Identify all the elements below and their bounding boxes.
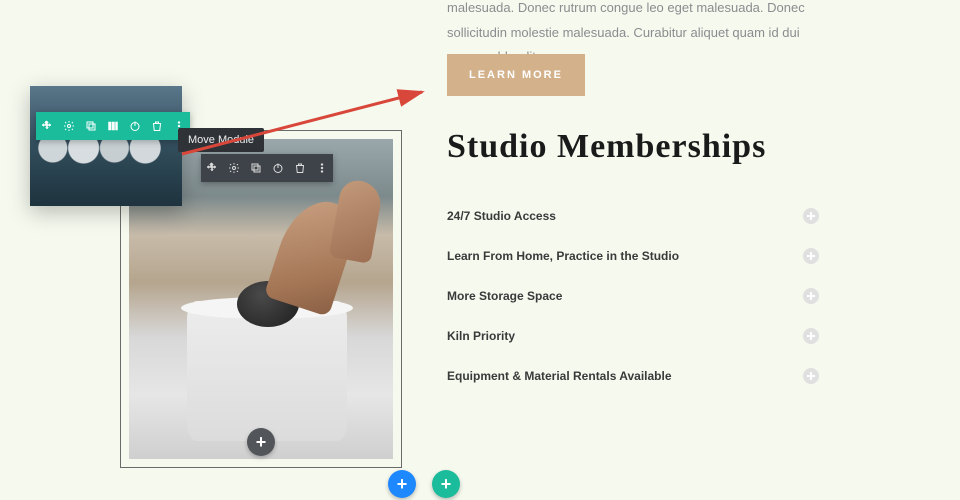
accordion-item[interactable]: Learn From Home, Practice in the Studio xyxy=(447,236,819,276)
accordion-item[interactable]: Kiln Priority xyxy=(447,316,819,356)
more-icon[interactable] xyxy=(311,154,333,182)
accordion-label: Equipment & Material Rentals Available xyxy=(447,369,672,383)
memberships-heading: Studio Memberships xyxy=(447,128,766,166)
move-icon[interactable] xyxy=(36,112,58,140)
duplicate-icon[interactable] xyxy=(80,112,102,140)
expand-icon[interactable] xyxy=(803,328,819,344)
power-icon[interactable] xyxy=(124,112,146,140)
power-icon[interactable] xyxy=(267,154,289,182)
trash-icon[interactable] xyxy=(146,112,168,140)
duplicate-icon[interactable] xyxy=(245,154,267,182)
add-section-button[interactable]: + xyxy=(388,470,416,498)
add-module-button[interactable]: + xyxy=(247,428,275,456)
learn-more-button[interactable]: LEARN MORE xyxy=(447,54,585,96)
accordion-label: Kiln Priority xyxy=(447,329,515,343)
accordion-item[interactable]: Equipment & Material Rentals Available xyxy=(447,356,819,396)
gear-icon[interactable] xyxy=(223,154,245,182)
floating-thumbnail[interactable] xyxy=(30,86,182,206)
expand-icon[interactable] xyxy=(803,288,819,304)
expand-icon[interactable] xyxy=(803,208,819,224)
memberships-accordion: 24/7 Studio Access Learn From Home, Prac… xyxy=(447,196,819,396)
row-toolbar xyxy=(36,112,190,140)
columns-icon[interactable] xyxy=(102,112,124,140)
expand-icon[interactable] xyxy=(803,368,819,384)
hand-shape xyxy=(264,191,363,317)
add-row-button[interactable]: + xyxy=(432,470,460,498)
gear-icon[interactable] xyxy=(58,112,80,140)
accordion-label: Learn From Home, Practice in the Studio xyxy=(447,249,679,263)
accordion-item[interactable]: 24/7 Studio Access xyxy=(447,196,819,236)
accordion-label: 24/7 Studio Access xyxy=(447,209,556,223)
move-module-tooltip: Move Module xyxy=(178,128,264,152)
accordion-item[interactable]: More Storage Space xyxy=(447,276,819,316)
trash-icon[interactable] xyxy=(289,154,311,182)
expand-icon[interactable] xyxy=(803,248,819,264)
module-toolbar xyxy=(201,154,333,182)
accordion-label: More Storage Space xyxy=(447,289,562,303)
move-icon[interactable] xyxy=(201,154,223,182)
